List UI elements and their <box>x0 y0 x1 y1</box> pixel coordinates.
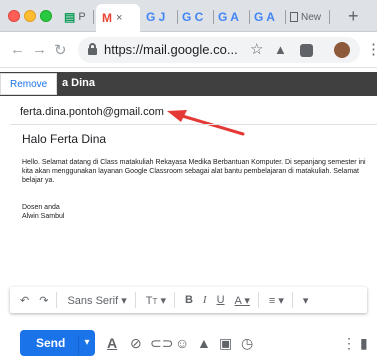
url-text[interactable]: https://mail.google.co... <box>104 42 238 57</box>
redo-icon[interactable]: ↷ <box>39 294 48 307</box>
emoji-icon[interactable]: ☺ <box>175 335 189 351</box>
underline-button[interactable]: U <box>217 294 225 306</box>
text-color-button[interactable]: A ▾ <box>235 294 250 307</box>
font-family-select[interactable]: Sans Serif ▾ <box>67 294 126 307</box>
formatting-options-icon[interactable]: A <box>107 335 117 351</box>
extension-icon[interactable]: ▲ <box>274 42 287 57</box>
window-minimize-button[interactable] <box>24 10 36 22</box>
bookmark-star-icon[interactable]: ☆ <box>250 40 263 58</box>
browser-tab-active[interactable]: M × <box>96 4 140 32</box>
recipient-field[interactable]: ferta.dina.pontoh@gmail.com <box>20 106 164 118</box>
text-color-label: A <box>234 294 242 307</box>
profile-avatar-icon[interactable] <box>334 42 350 58</box>
send-label: Send <box>36 336 66 350</box>
send-options-caret[interactable]: ▾ <box>78 336 95 356</box>
send-button[interactable]: Send ▾ <box>20 330 95 356</box>
signature-line: Dosen anda <box>22 204 60 211</box>
browser-tab[interactable]: G A <box>254 6 286 28</box>
window-maximize-button[interactable] <box>40 10 52 22</box>
google-icon: G C <box>182 10 204 24</box>
compose-title: a Dina <box>62 77 96 89</box>
back-arrow-icon[interactable]: ← <box>10 41 25 58</box>
browser-tabstrip: ▤ P M × G J G C G A G A New + <box>0 0 377 32</box>
gmail-icon: ▤ <box>64 10 76 24</box>
annotation-arrow <box>167 110 245 136</box>
undo-icon[interactable]: ↶ <box>20 294 29 307</box>
address-bar[interactable]: https://mail.google.co... ☆ ▲ <box>78 37 360 63</box>
browser-toolbar: ← → ↻ https://mail.google.co... ☆ ▲ ⋮ <box>0 32 377 68</box>
tab-label: New <box>301 11 322 23</box>
new-tab-button[interactable]: + <box>348 6 359 27</box>
remove-button[interactable]: Remove <box>0 73 58 95</box>
extension-icon[interactable] <box>300 44 313 57</box>
italic-button[interactable]: I <box>203 294 207 306</box>
google-icon: G A <box>218 10 239 24</box>
browser-menu-icon[interactable]: ⋮ <box>366 40 377 58</box>
send-bar: Send ▾ A ⊘ ⊂⊃ ☺ ▲ ▣ ◷ ⋮ ▮ <box>0 322 377 359</box>
browser-tab[interactable]: G J <box>146 6 178 28</box>
google-icon: G J <box>146 10 166 24</box>
forward-arrow-icon[interactable]: → <box>32 41 47 58</box>
browser-tab[interactable]: New <box>290 6 330 28</box>
font-family-label: Sans Serif <box>67 294 119 307</box>
gmail-icon: M <box>102 11 112 25</box>
browser-tab[interactable]: G A <box>218 6 250 28</box>
field-divider <box>10 124 377 125</box>
browser-tab[interactable]: G C <box>182 6 214 28</box>
google-icon: G A <box>254 10 275 24</box>
align-icon[interactable]: ≡ ▾ <box>269 294 284 307</box>
insert-link-icon[interactable]: ⊂⊃ <box>150 335 173 352</box>
tab-close-icon[interactable]: × <box>116 12 122 24</box>
reload-icon[interactable]: ↻ <box>54 41 67 59</box>
lock-icon <box>88 43 97 55</box>
drive-icon[interactable]: ▲ <box>197 335 211 351</box>
attach-file-icon[interactable]: ⊘ <box>130 335 142 352</box>
confidential-mode-icon[interactable]: ◷ <box>241 335 253 352</box>
trash-icon[interactable]: ▮ <box>360 335 368 352</box>
more-formatting-icon[interactable]: ▾ <box>303 294 309 307</box>
signature-line: Alwin Sambul <box>22 213 65 220</box>
browser-tab[interactable]: ▤ P <box>64 6 94 28</box>
more-options-icon[interactable]: ⋮ <box>342 335 356 352</box>
formatting-toolbar: ↶ ↷ Sans Serif ▾ TT ▾ B I U A ▾ ≡ ▾ ▾ <box>10 287 367 313</box>
compose-header: Remove a Dina <box>0 72 377 96</box>
subject-field[interactable]: Halo Ferta Dina <box>22 132 106 146</box>
font-size-icon[interactable]: TT ▾ <box>146 294 166 307</box>
insert-photo-icon[interactable]: ▣ <box>219 335 232 352</box>
bold-button[interactable]: B <box>185 294 193 306</box>
page-icon <box>290 12 298 22</box>
message-body[interactable]: Hello. Selamat datang di Class matakulia… <box>22 158 374 185</box>
tab-label: P <box>78 11 86 23</box>
window-close-button[interactable] <box>8 10 20 22</box>
